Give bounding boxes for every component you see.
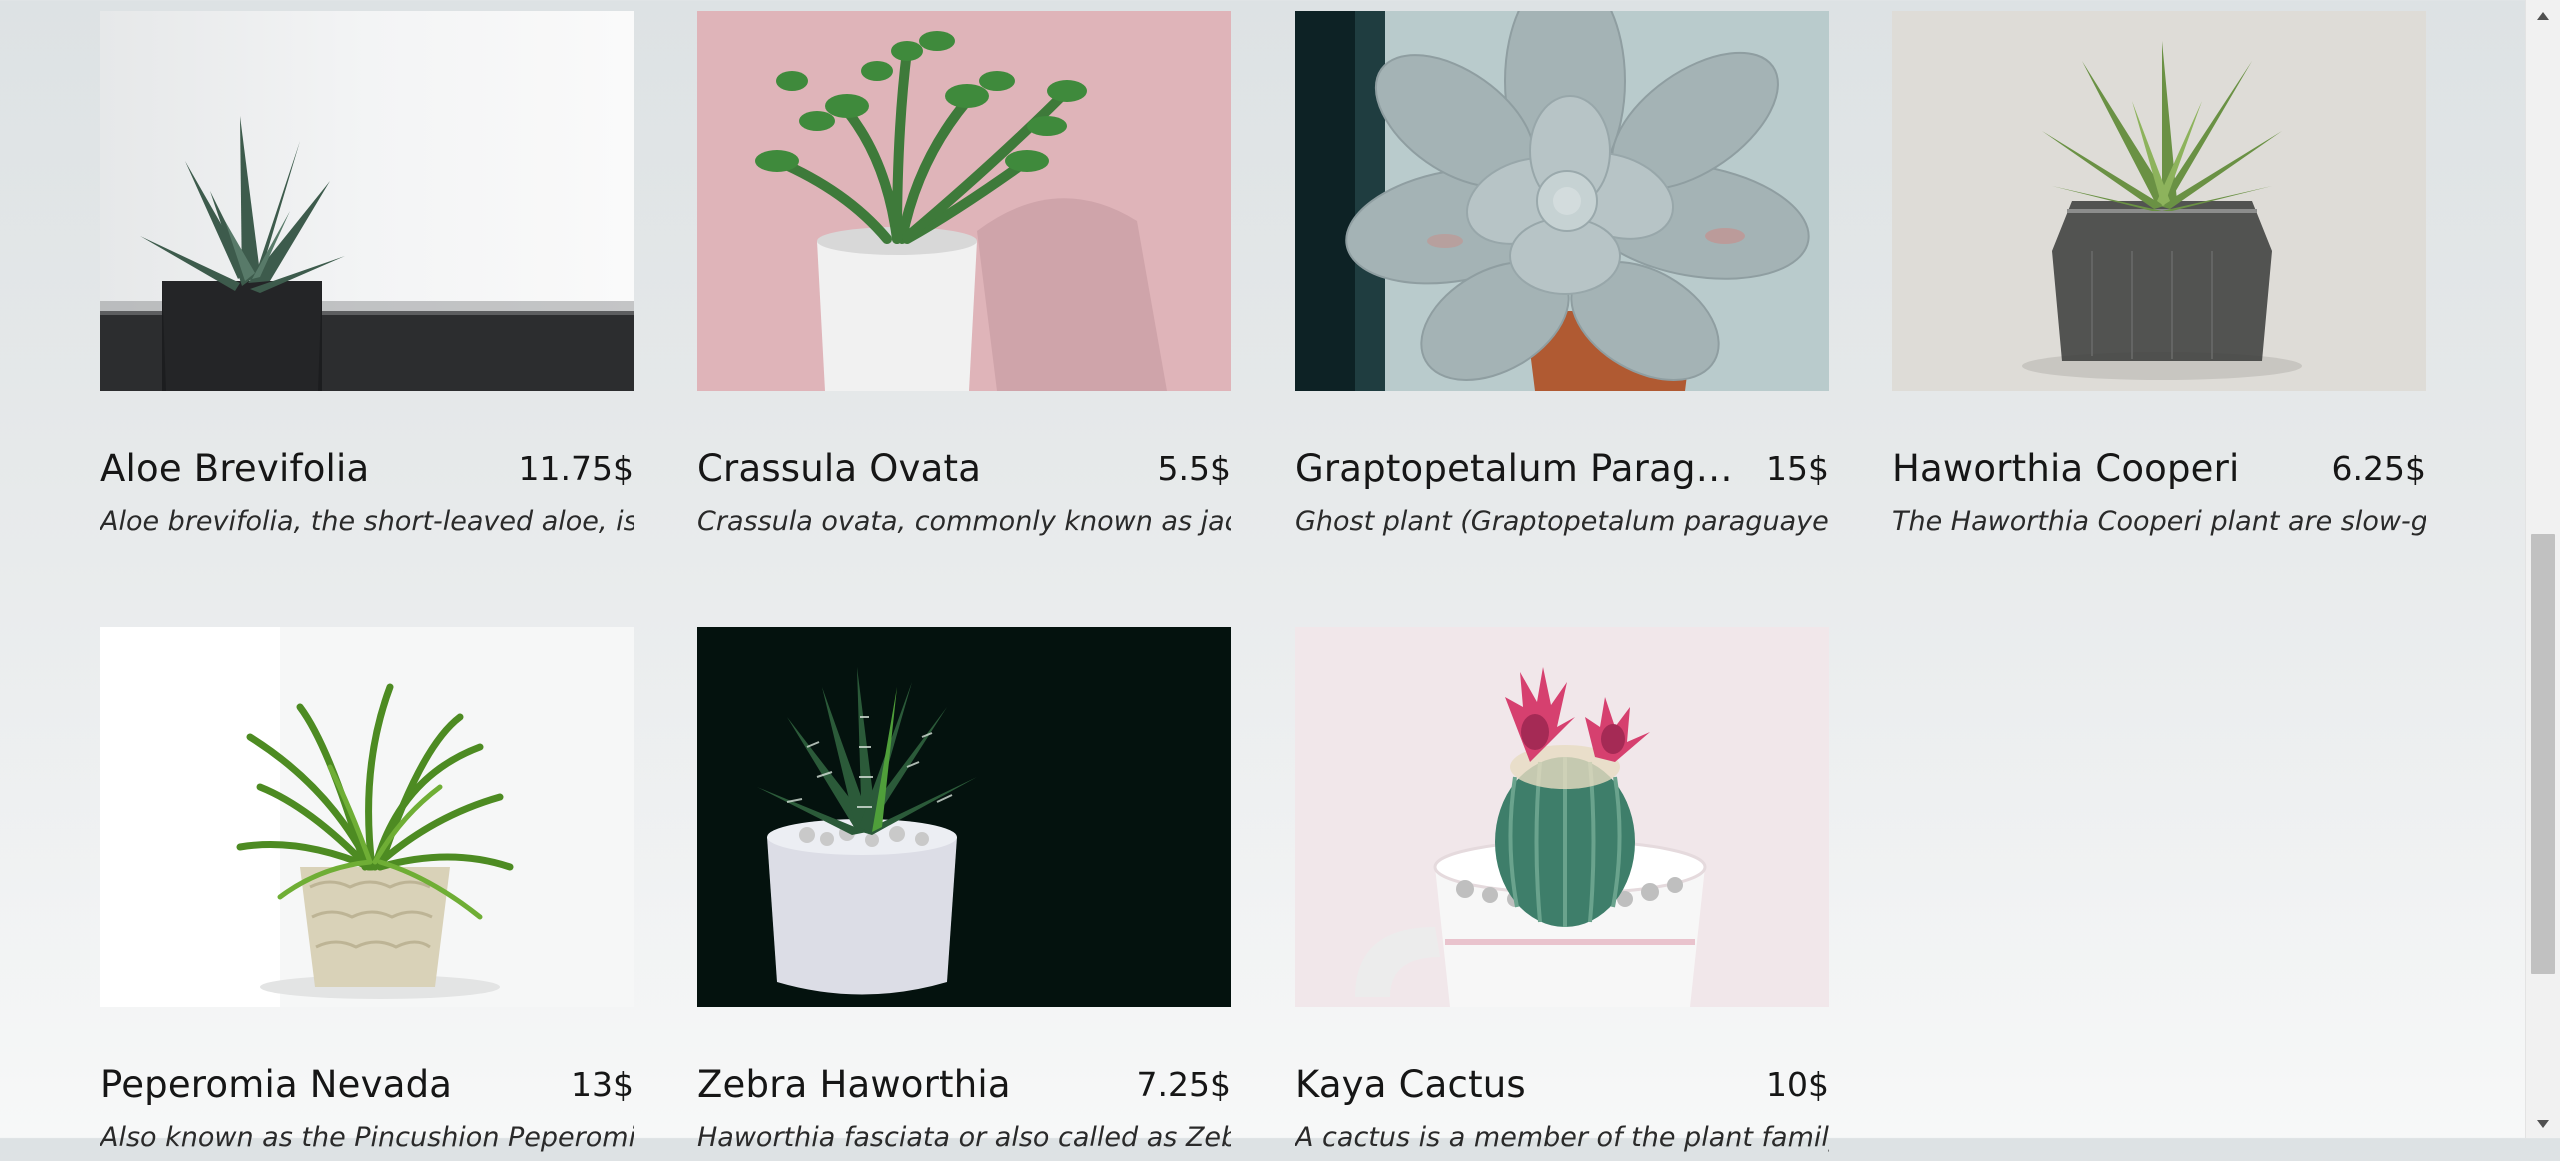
product-description: Haworthia fasciata or also called as Zeb…: [697, 1122, 1231, 1153]
product-header: Zebra Haworthia 7.25$: [697, 1059, 1231, 1111]
product-header: Graptopetalum Paraguay... 15$: [1295, 443, 1829, 495]
scrollbar-thumb[interactable]: [2531, 534, 2555, 974]
product-card[interactable]: Zebra Haworthia 7.25$ Haworthia fasciata…: [697, 627, 1231, 1153]
product-card[interactable]: Graptopetalum Paraguay... 15$ Ghost plan…: [1295, 11, 1829, 537]
product-image[interactable]: [697, 627, 1231, 1007]
product-description: Crassula ovata, commonly known as jad...: [697, 506, 1231, 537]
product-name[interactable]: Graptopetalum Paraguay...: [1295, 443, 1735, 495]
product-card[interactable]: Aloe Brevifolia 11.75$ Aloe brevifolia, …: [100, 11, 634, 537]
product-price: 13$: [571, 1065, 634, 1104]
product-card[interactable]: Crassula Ovata 5.5$ Crassula ovata, comm…: [697, 11, 1231, 537]
product-name[interactable]: Crassula Ovata: [697, 443, 981, 495]
product-price: 11.75$: [518, 449, 634, 488]
arrow-up-icon: [2536, 6, 2550, 25]
product-description: The Haworthia Cooperi plant are slow-g..…: [1892, 506, 2426, 537]
product-description: Aloe brevifolia, the short-leaved aloe, …: [100, 506, 634, 537]
product-name[interactable]: Haworthia Cooperi: [1892, 443, 2240, 495]
product-image[interactable]: [1295, 627, 1829, 1007]
product-price: 6.25$: [2331, 449, 2426, 488]
product-header: Peperomia Nevada 13$: [100, 1059, 634, 1111]
product-price: 10$: [1766, 1065, 1829, 1104]
vertical-scrollbar[interactable]: [2525, 0, 2560, 1138]
product-description: Also known as the Pincushion Peperomi...: [100, 1122, 634, 1153]
product-grid: Aloe Brevifolia 11.75$ Aloe brevifolia, …: [0, 0, 2525, 1153]
product-description: Ghost plant (Graptopetalum paraguayen...: [1295, 506, 1829, 537]
product-image[interactable]: [1295, 11, 1829, 391]
product-name[interactable]: Kaya Cactus: [1295, 1059, 1526, 1111]
product-header: Aloe Brevifolia 11.75$: [100, 443, 634, 495]
product-image[interactable]: [100, 11, 634, 391]
product-price: 5.5$: [1157, 449, 1231, 488]
product-image[interactable]: [1892, 11, 2426, 391]
product-header: Kaya Cactus 10$: [1295, 1059, 1829, 1111]
product-description: A cactus is a member of the plant family…: [1295, 1122, 1829, 1153]
scroll-down-button[interactable]: [2526, 1108, 2560, 1138]
product-name[interactable]: Aloe Brevifolia: [100, 443, 369, 495]
product-card[interactable]: Haworthia Cooperi 6.25$ The Haworthia Co…: [1892, 11, 2426, 537]
product-price: 15$: [1766, 449, 1829, 488]
product-card[interactable]: Kaya Cactus 10$ A cactus is a member of …: [1295, 627, 1829, 1153]
product-name[interactable]: Zebra Haworthia: [697, 1059, 1011, 1111]
arrow-down-icon: [2536, 1114, 2550, 1133]
product-price: 7.25$: [1136, 1065, 1231, 1104]
scroll-up-button[interactable]: [2526, 0, 2560, 30]
product-image[interactable]: [100, 627, 634, 1007]
product-card[interactable]: Peperomia Nevada 13$ Also known as the P…: [100, 627, 634, 1153]
product-name[interactable]: Peperomia Nevada: [100, 1059, 452, 1111]
product-image[interactable]: [697, 11, 1231, 391]
product-header: Haworthia Cooperi 6.25$: [1892, 443, 2426, 495]
product-header: Crassula Ovata 5.5$: [697, 443, 1231, 495]
